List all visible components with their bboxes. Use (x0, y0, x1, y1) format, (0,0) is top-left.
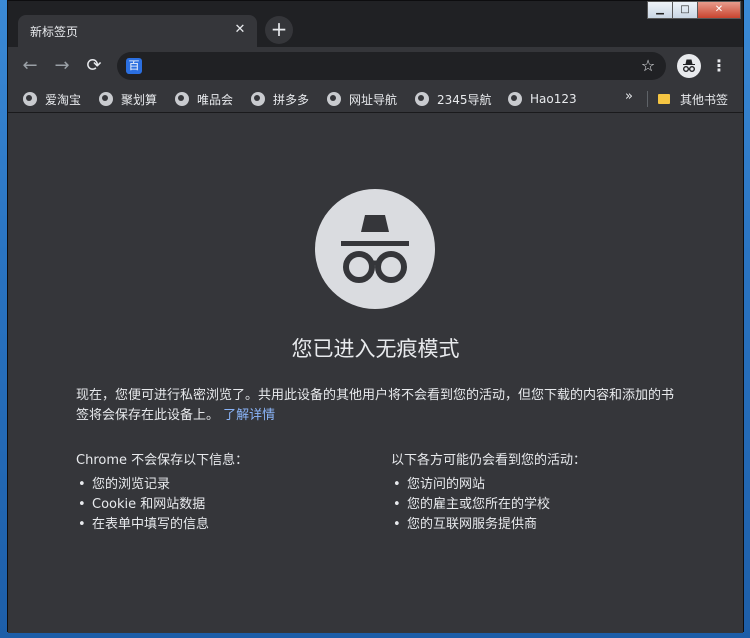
baidu-site-icon: 百 (126, 58, 142, 74)
incognito-description: 现在，您便可进行私密浏览了。共用此设备的其他用户将不会看到您的活动，但您下载的内… (76, 386, 676, 426)
bookmark-item[interactable]: 2345导航 (415, 90, 492, 108)
bookmarks-bar: 爱淘宝 聚划算 唯品会 拼多多 网址导航 2345导航 Hao123 » 其他书… (8, 85, 743, 113)
bookmark-item[interactable]: 聚划算 (99, 90, 157, 108)
bookmark-item[interactable]: 拼多多 (251, 90, 309, 108)
tab-close-icon[interactable]: ✕ (231, 21, 249, 39)
learn-more-link[interactable]: 了解详情 (223, 408, 275, 423)
globe-icon (508, 92, 522, 106)
minimize-button[interactable]: ▁ (647, 1, 673, 19)
toolbar: ← → ⟳ 百 ☆ ⋮ (8, 47, 743, 85)
list-item: 您的雇主或您所在的学校 (391, 495, 691, 515)
folder-icon (658, 94, 670, 104)
incognito-page: 您已进入无痕模式 现在，您便可进行私密浏览了。共用此设备的其他用户将不会看到您的… (8, 113, 743, 633)
incognito-icon (315, 189, 435, 309)
bookmark-item[interactable]: Hao123 (508, 90, 577, 108)
globe-icon (415, 92, 429, 106)
bookmark-label: 爱淘宝 (45, 92, 82, 107)
browser-window: 新标签页 ✕ + ▁ □ ✕ ← → ⟳ 百 ☆ ⋮ 爱淘宝 聚划算 唯品会 拼… (7, 0, 744, 633)
list-item: 您的浏览记录 (76, 475, 376, 495)
bookmark-label: 唯品会 (197, 92, 234, 107)
list-item: 您的互联网服务提供商 (391, 515, 691, 535)
bookmark-label: Hao123 (530, 92, 577, 106)
address-bar[interactable]: 百 ☆ (117, 52, 666, 80)
globe-icon (23, 92, 37, 106)
list-item: 在表单中填写的信息 (76, 515, 376, 535)
bookmark-item[interactable]: 爱淘宝 (23, 90, 81, 108)
window-controls: ▁ □ ✕ (647, 1, 741, 21)
description-text: 现在，您便可进行私密浏览了。共用此设备的其他用户将不会看到您的活动，但您下载的内… (76, 388, 675, 423)
page-title: 您已进入无痕模式 (291, 337, 460, 361)
window-close-button[interactable]: ✕ (697, 1, 741, 19)
reload-button[interactable]: ⟳ (82, 55, 106, 79)
maximize-button[interactable]: □ (672, 1, 698, 19)
bookmarks-separator (647, 91, 648, 107)
incognito-profile-icon[interactable] (677, 54, 701, 78)
bookmark-label: 聚划算 (121, 92, 158, 107)
globe-icon (327, 92, 341, 106)
bookmark-star-icon[interactable]: ☆ (638, 56, 658, 76)
other-bookmarks-folder[interactable]: 其他书签 (658, 90, 728, 108)
other-bookmarks-label: 其他书签 (680, 92, 729, 107)
bookmark-label: 2345导航 (437, 92, 492, 107)
bookmarks-overflow-button[interactable]: » (625, 89, 633, 104)
not-saved-title: Chrome 不会保存以下信息： (76, 453, 249, 468)
new-tab-button[interactable]: + (265, 16, 293, 44)
tab-title: 新标签页 (30, 25, 79, 39)
still-visible-title: 以下各方可能仍会看到您的活动： (391, 453, 587, 468)
still-visible-list: 以下各方可能仍会看到您的活动： 您访问的网站 您的雇主或您所在的学校 您的互联网… (391, 451, 691, 535)
list-item: Cookie 和网站数据 (76, 495, 376, 515)
bookmark-label: 网址导航 (349, 92, 398, 107)
chrome-menu-button[interactable]: ⋮ (711, 55, 727, 77)
back-button[interactable]: ← (18, 55, 42, 79)
globe-icon (99, 92, 113, 106)
tab-new-tab[interactable]: 新标签页 ✕ (18, 15, 257, 47)
bookmark-label: 拼多多 (273, 92, 310, 107)
address-input[interactable] (149, 56, 629, 76)
bookmark-item[interactable]: 网址导航 (327, 90, 397, 108)
globe-icon (175, 92, 189, 106)
not-saved-list: Chrome 不会保存以下信息： 您的浏览记录 Cookie 和网站数据 在表单… (76, 451, 376, 535)
bookmark-item[interactable]: 唯品会 (175, 90, 233, 108)
list-item: 您访问的网站 (391, 475, 691, 495)
globe-icon (251, 92, 265, 106)
forward-button[interactable]: → (50, 55, 74, 79)
tab-strip: 新标签页 ✕ + ▁ □ ✕ (8, 1, 743, 47)
